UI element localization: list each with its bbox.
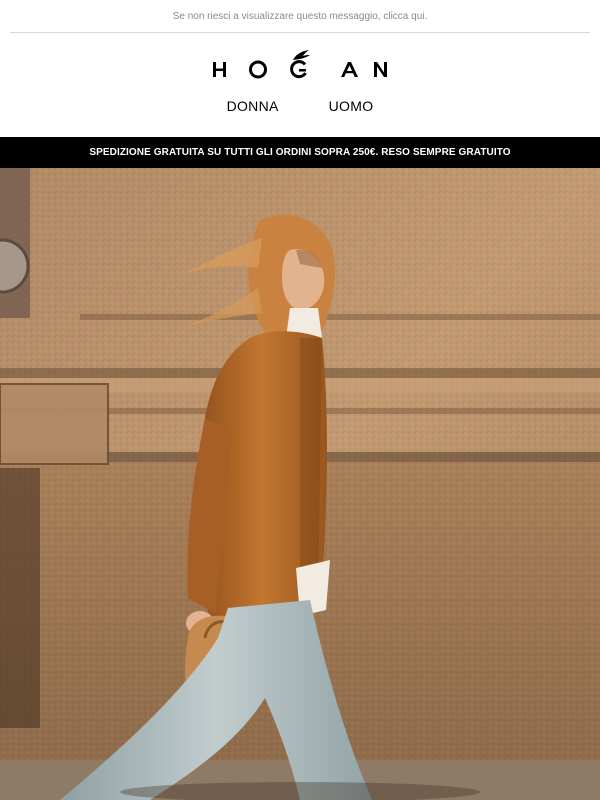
nav-item-donna[interactable]: DONNA [227, 98, 279, 118]
banner-text: SPEDIZIONE GRATUITA SU TUTTI GLI ORDINI … [89, 147, 511, 158]
view-online-link[interactable]: Se non riesci a visualizzare questo mess… [173, 11, 428, 22]
main-nav: DONNA UOMO [0, 98, 600, 118]
preheader: Se non riesci a visualizzare questo mess… [0, 0, 600, 32]
hero-photo [0, 168, 600, 800]
brand-logo[interactable] [0, 46, 600, 86]
hero-image[interactable] [0, 168, 600, 800]
hogan-logo-icon [213, 50, 387, 79]
header-divider [10, 32, 590, 33]
free-shipping-banner[interactable]: SPEDIZIONE GRATUITA SU TUTTI GLI ORDINI … [0, 137, 600, 168]
nav-item-uomo[interactable]: UOMO [329, 98, 374, 118]
